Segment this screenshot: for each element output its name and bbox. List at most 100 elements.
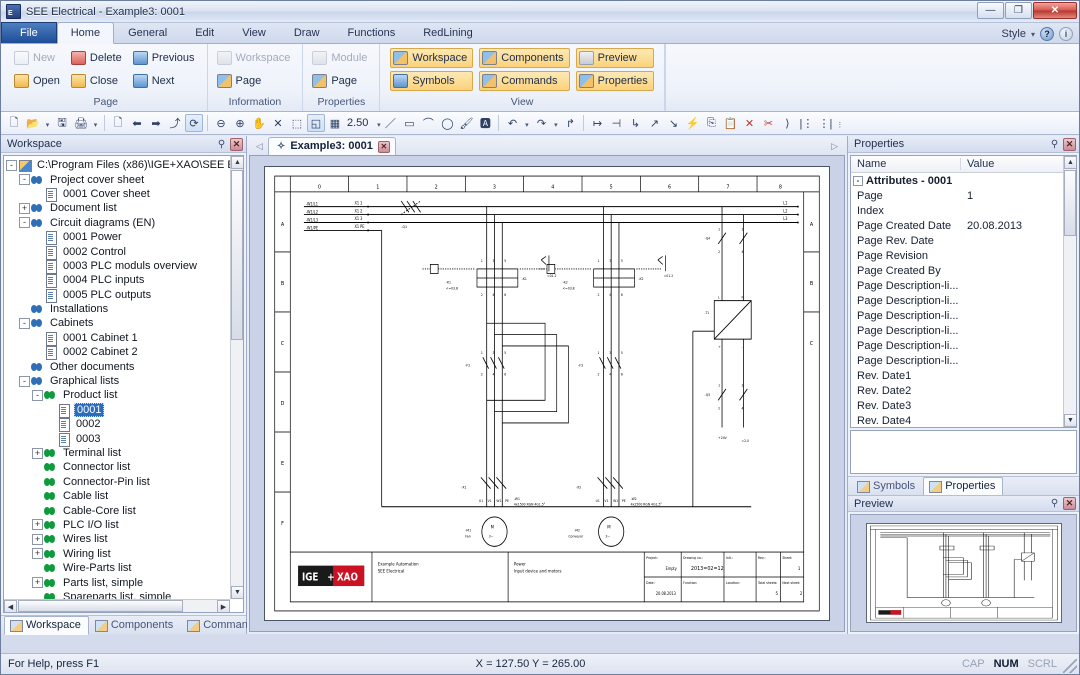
collapse-icon[interactable]: - <box>19 174 30 185</box>
ribbon-button-previous[interactable]: Previous <box>130 48 201 68</box>
properties-row[interactable]: Rev. Date2 <box>851 383 1076 398</box>
save-icon[interactable]: 🖫 <box>53 114 71 132</box>
document-tab-close-icon[interactable]: ✕ <box>378 141 390 153</box>
property-value[interactable]: 20.08.2013 <box>961 220 1022 232</box>
extend-wire-icon[interactable]: ⟩ <box>778 114 796 132</box>
tree-item[interactable]: -Project cover sheet <box>6 172 230 186</box>
drawing-canvas[interactable]: 012 345 678 ABC DEF ABC <box>249 155 845 632</box>
ribbon-button-open[interactable]: Open <box>11 71 66 91</box>
minimize-button[interactable]: — <box>977 2 1004 19</box>
wire-icon[interactable]: ↱ <box>561 114 579 132</box>
copy-wire-icon[interactable]: ⎘ <box>702 114 720 132</box>
delete-wire-icon[interactable]: ✕ <box>740 114 758 132</box>
align-left-icon[interactable]: |⋮ <box>797 114 815 132</box>
tree-item[interactable]: Spareparts list, simple <box>6 590 230 599</box>
tab-next-arrow[interactable]: ▷ <box>826 141 843 155</box>
wire-break-icon[interactable]: ⚡ <box>683 114 701 132</box>
collapse-icon[interactable]: - <box>32 390 43 401</box>
ribbon-tab-draw[interactable]: Draw <box>280 22 334 43</box>
tree-item[interactable]: -Graphical lists <box>6 374 230 388</box>
tree-item[interactable]: +Document list <box>6 201 230 215</box>
tree-vertical-scrollbar[interactable]: ▲ ▼ <box>230 156 243 599</box>
expand-icon[interactable]: + <box>19 203 30 214</box>
tab-components[interactable]: Components <box>89 616 181 634</box>
properties-row[interactable]: Rev. Date1 <box>851 368 1076 383</box>
ribbon-toggle-properties[interactable]: Properties <box>576 71 654 91</box>
wire-corner-icon[interactable]: ↳ <box>626 114 644 132</box>
snap-icon[interactable]: ◱ <box>307 114 325 132</box>
ribbon-button-delete[interactable]: Delete <box>68 48 128 68</box>
ribbon-tab-functions[interactable]: Functions <box>334 22 410 43</box>
info-icon[interactable]: i <box>1059 27 1073 41</box>
tree-item[interactable]: 0002 Control <box>6 244 230 258</box>
ribbon-button-page-properties[interactable]: Page <box>309 71 373 91</box>
tree-item[interactable]: Connector-Pin list <box>6 475 230 489</box>
tree-item[interactable]: 0003 <box>6 431 230 445</box>
arc-tool-icon[interactable]: ⌒ <box>419 114 437 132</box>
tree-item[interactable]: Cable-Core list <box>6 503 230 517</box>
undo-icon[interactable]: ↶ <box>503 114 521 132</box>
print-dropdown-caret[interactable]: ▾ <box>91 114 100 132</box>
tree-item[interactable]: 0003 PLC moduls overview <box>6 259 230 273</box>
tree-item[interactable]: Installations <box>6 302 230 316</box>
preview-container[interactable] <box>850 514 1077 632</box>
pin-icon[interactable]: ⚲ <box>1048 497 1061 510</box>
properties-row[interactable]: Page Created Date20.08.2013 <box>851 218 1076 233</box>
tree-item[interactable]: +Wiring list <box>6 547 230 561</box>
close-icon[interactable]: ✕ <box>1063 497 1076 510</box>
workspace-tree[interactable]: -C:\Program Files (x86)\IGE+XAO\SEE Elec… <box>4 156 230 599</box>
tree-item[interactable]: Wire-Parts list <box>6 561 230 575</box>
toolbar-overflow-icon[interactable]: ⋮ <box>835 114 844 132</box>
potential-icon[interactable]: ↘ <box>664 114 682 132</box>
document-tab-example3[interactable]: ✧ Example3: 0001 ✕ <box>268 137 396 155</box>
scroll-up-icon[interactable]: ▲ <box>1064 156 1077 169</box>
zoom-out-icon[interactable]: ⊖ <box>212 114 230 132</box>
align-right-icon[interactable]: ⋮| <box>816 114 834 132</box>
expand-icon[interactable]: + <box>32 448 43 459</box>
close-button[interactable]: ✕ <box>1033 2 1077 19</box>
ribbon-toggle-commands[interactable]: Commands <box>479 71 569 91</box>
tree-item[interactable]: +PLC I/O list <box>6 518 230 532</box>
resize-grip-icon[interactable] <box>1063 659 1077 673</box>
pan-hand-icon[interactable]: ✋ <box>250 114 268 132</box>
tab-workspace[interactable]: Workspace <box>4 616 89 635</box>
properties-grid-rows[interactable]: -Attributes - 0001Page1IndexPage Created… <box>851 173 1076 428</box>
wire-horizontal-icon[interactable]: ↦ <box>588 114 606 132</box>
ribbon-button-next[interactable]: Next <box>130 71 201 91</box>
circle-tool-icon[interactable]: ◯ <box>438 114 456 132</box>
ribbon-tab-general[interactable]: General <box>114 22 181 43</box>
properties-row[interactable]: Rev. Date3 <box>851 398 1076 413</box>
zoom-in-icon[interactable]: ⊕ <box>231 114 249 132</box>
wire-diagonal-icon[interactable]: ↗ <box>645 114 663 132</box>
ribbon-button-module[interactable]: Module <box>309 48 373 68</box>
properties-row[interactable]: Index <box>851 203 1076 218</box>
close-icon[interactable]: ✕ <box>230 138 243 151</box>
tree-item[interactable]: 0002 Cabinet 2 <box>6 345 230 359</box>
tree-item[interactable]: Cable list <box>6 489 230 503</box>
preview-thumbnail[interactable] <box>866 523 1062 623</box>
tree-item[interactable]: Other documents <box>6 359 230 373</box>
line-tool-icon[interactable]: ／ <box>381 114 399 132</box>
ribbon-button-new[interactable]: New <box>11 48 66 68</box>
tree-item[interactable]: 0001 <box>6 403 230 417</box>
properties-row[interactable]: Page Created By <box>851 263 1076 278</box>
new-document-icon[interactable]: 🗋 <box>5 114 23 132</box>
ribbon-toggle-workspace[interactable]: Workspace <box>390 48 473 68</box>
tree-item[interactable]: 0001 Cabinet 1 <box>6 331 230 345</box>
ribbon-tab-redlining[interactable]: RedLining <box>409 22 487 43</box>
tree-item[interactable]: 0002 <box>6 417 230 431</box>
tab-properties[interactable]: Properties <box>923 477 1003 496</box>
tree-item[interactable]: 0005 PLC outputs <box>6 288 230 302</box>
properties-vertical-scrollbar[interactable]: ▲ ▼ <box>1063 156 1076 427</box>
undo-caret[interactable]: ▾ <box>522 114 531 132</box>
expand-icon[interactable]: + <box>32 519 43 530</box>
drawing-sheet[interactable]: 012 345 678 ABC DEF ABC <box>264 166 830 621</box>
cut-wire-icon[interactable]: ✂ <box>759 114 777 132</box>
scroll-up-icon[interactable]: ▲ <box>231 156 244 169</box>
collapse-icon[interactable]: - <box>19 217 30 228</box>
next-page-icon[interactable]: ➡ <box>147 114 165 132</box>
scroll-left-icon[interactable]: ◀ <box>4 600 17 613</box>
pin-icon[interactable]: ⚲ <box>1048 138 1061 151</box>
tree-item[interactable]: -Cabinets <box>6 316 230 330</box>
tree-horizontal-scrollbar[interactable]: ◀ ▶ <box>4 599 230 612</box>
